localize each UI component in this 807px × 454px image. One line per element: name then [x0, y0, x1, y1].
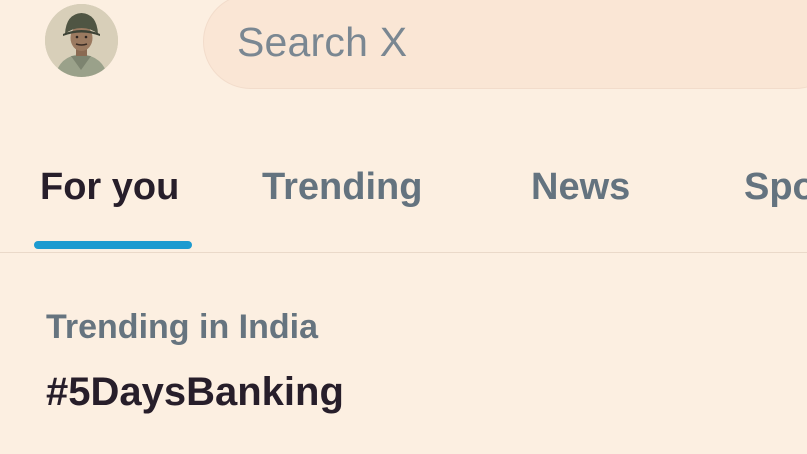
- profile-avatar[interactable]: [45, 4, 118, 77]
- search-bar[interactable]: Search X: [203, 0, 807, 89]
- explore-tabs: For you Trending News Spo: [0, 140, 807, 253]
- search-input-placeholder: Search X: [237, 19, 408, 65]
- active-tab-indicator: [34, 241, 192, 249]
- tab-news[interactable]: News: [531, 166, 630, 209]
- trend-name: #5DaysBanking: [46, 370, 344, 414]
- tab-trending[interactable]: Trending: [262, 166, 422, 209]
- tab-for-you[interactable]: For you: [40, 166, 179, 209]
- explore-page: Search X For you Trending News Spo Trend…: [0, 0, 807, 454]
- trend-context: Trending in India: [46, 308, 318, 346]
- tab-sports[interactable]: Spo: [744, 166, 807, 209]
- avatar-image: [45, 4, 118, 77]
